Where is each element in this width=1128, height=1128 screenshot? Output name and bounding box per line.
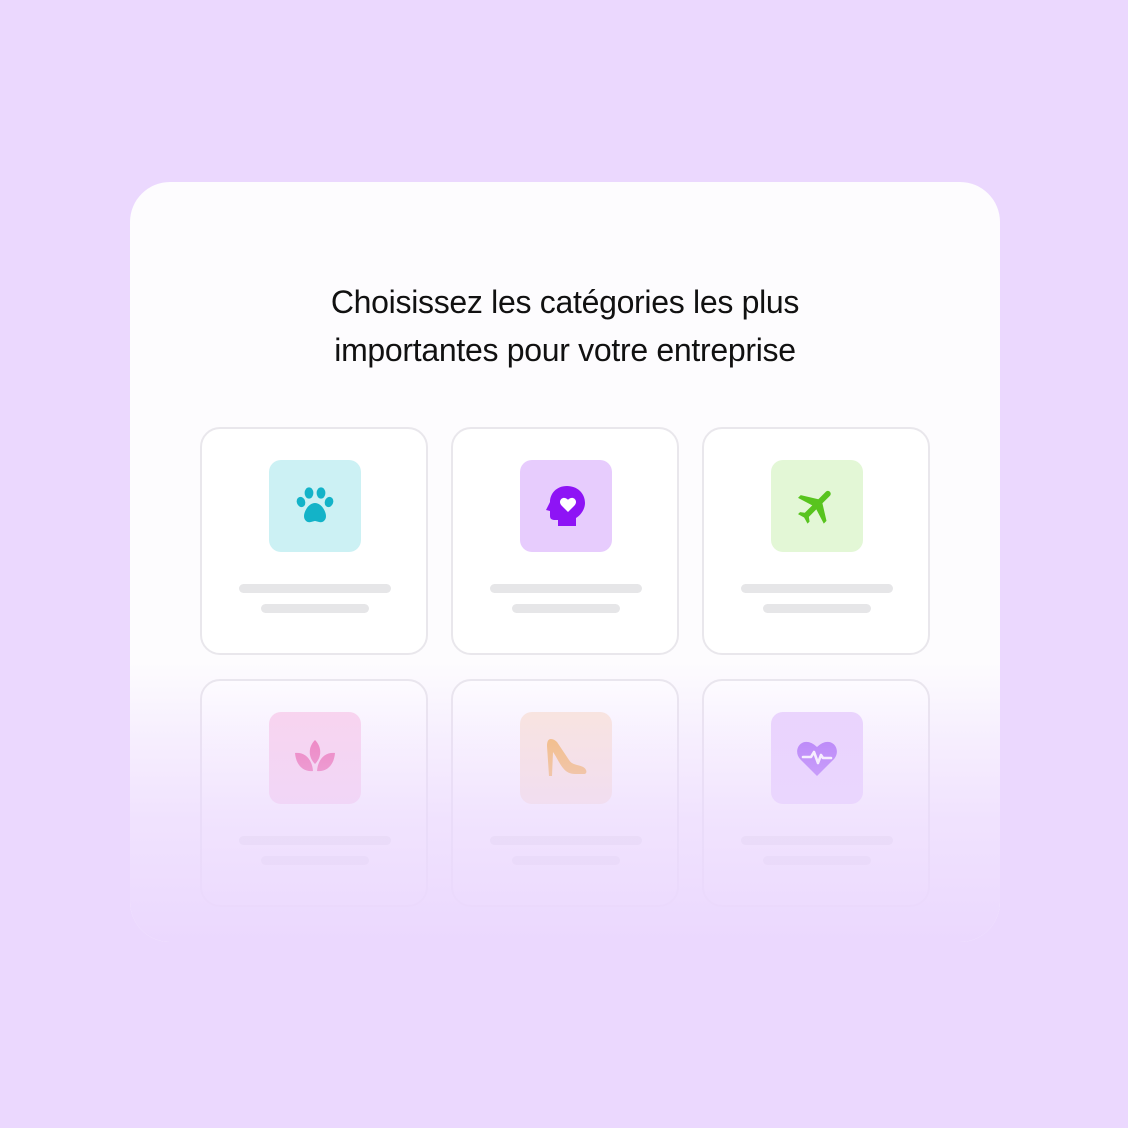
high-heel-icon xyxy=(547,739,587,776)
paw-icon xyxy=(296,487,334,523)
category-card-mental-health[interactable] xyxy=(451,427,679,655)
heart-pulse-icon xyxy=(797,741,837,776)
category-card-pets[interactable] xyxy=(200,427,428,655)
category-icon-tile xyxy=(269,460,361,552)
airplane-icon xyxy=(798,490,831,524)
placeholder-line xyxy=(512,604,620,613)
placeholder-line xyxy=(763,856,871,865)
placeholder-line xyxy=(239,836,391,845)
category-card-travel[interactable] xyxy=(702,427,930,655)
category-card-wellness[interactable] xyxy=(200,679,428,907)
category-icon-tile xyxy=(269,712,361,804)
category-icon-tile xyxy=(771,460,863,552)
placeholder-line xyxy=(261,604,369,613)
head-heart-icon xyxy=(546,486,585,526)
placeholder-line xyxy=(512,856,620,865)
placeholder-line xyxy=(741,836,893,845)
title-line-1: Choisissez les catégories les plus xyxy=(330,284,800,320)
lotus-icon xyxy=(295,740,335,772)
placeholder-line xyxy=(741,584,893,593)
placeholder-line xyxy=(239,584,391,593)
placeholder-line xyxy=(490,584,642,593)
category-icon-tile xyxy=(771,712,863,804)
title-line-2: importantes pour votre entreprise xyxy=(334,332,796,368)
placeholder-line xyxy=(261,856,369,865)
page-title: Choisissez les catégories les plus impor… xyxy=(130,278,1000,374)
category-icon-tile xyxy=(520,712,612,804)
category-card-fashion[interactable] xyxy=(451,679,679,907)
category-card-health[interactable] xyxy=(702,679,930,907)
placeholder-line xyxy=(490,836,642,845)
category-icon-tile xyxy=(520,460,612,552)
placeholder-line xyxy=(763,604,871,613)
category-picker-panel: Choisissez les catégories les plus impor… xyxy=(130,182,1000,942)
